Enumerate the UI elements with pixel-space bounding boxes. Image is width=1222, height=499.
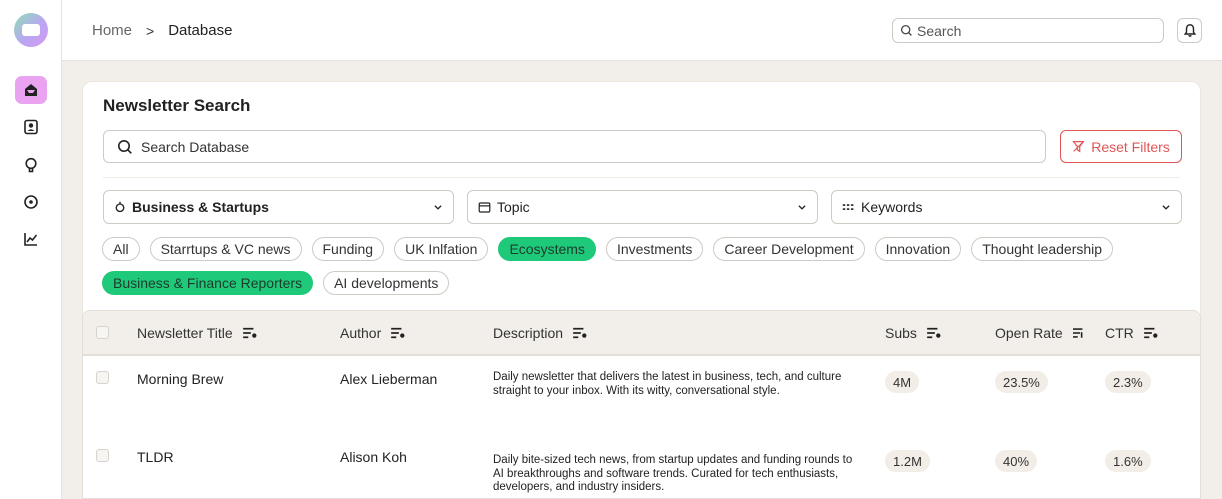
subs-badge: 4M <box>885 371 920 393</box>
chevron-down-icon <box>434 205 442 210</box>
divider <box>103 177 1180 178</box>
column-label: Open Rate <box>995 325 1063 341</box>
keywords-select[interactable]: Keywords <box>831 190 1182 224</box>
explore-icon <box>24 195 38 209</box>
category-select-value: Business & Startups <box>132 199 269 215</box>
top-search-input[interactable] <box>917 22 1147 39</box>
column-ctr[interactable]: CTR <box>1105 325 1158 341</box>
bell-icon <box>1183 24 1196 37</box>
nav-contacts[interactable] <box>15 113 47 141</box>
chip-all[interactable]: All <box>102 237 140 261</box>
chip-startups-vc[interactable]: Starrtups & VC news <box>149 237 302 261</box>
column-label: Newsletter Title <box>137 325 233 341</box>
idea-icon <box>25 157 37 173</box>
sidebar <box>0 0 62 499</box>
bulb-icon <box>115 201 125 213</box>
inbox-icon <box>25 84 37 96</box>
table-header: Newsletter Title Author Description Subs… <box>83 311 1200 356</box>
topic-select-value: Topic <box>497 199 530 215</box>
chip-innovation[interactable]: Innovation <box>874 237 962 261</box>
sort-filter-icon[interactable] <box>242 327 257 339</box>
chevron-down-icon <box>1162 205 1170 210</box>
row-checkbox[interactable] <box>96 449 109 462</box>
chip-row: All Starrtups & VC news Funding UK Inlfa… <box>102 237 1182 261</box>
chip-row: Business & Finance Reporters AI developm… <box>102 271 1182 295</box>
nav-analytics[interactable] <box>15 225 47 253</box>
notifications-button[interactable] <box>1177 18 1202 43</box>
category-select[interactable]: Business & Startups <box>103 190 454 224</box>
panel-title: Newsletter Search <box>103 96 251 115</box>
newsletter-title[interactable]: Morning Brew <box>137 371 223 387</box>
select-all-checkbox[interactable] <box>96 326 109 339</box>
column-author[interactable]: Author <box>340 325 405 341</box>
chip-business-finance-reporters[interactable]: Business & Finance Reporters <box>102 271 314 295</box>
grid-icon <box>842 203 854 210</box>
contacts-icon <box>24 119 38 135</box>
ctr-badge: 2.3% <box>1105 371 1151 393</box>
chip-funding[interactable]: Funding <box>311 237 385 261</box>
column-label: Subs <box>885 325 917 341</box>
sort-filter-icon[interactable] <box>573 327 587 339</box>
analytics-icon <box>24 233 38 246</box>
column-label: Description <box>493 325 564 341</box>
results-table: Newsletter Title Author Description Subs… <box>82 310 1201 499</box>
sort-filter-icon[interactable] <box>927 327 941 339</box>
column-subs[interactable]: Subs <box>885 325 941 341</box>
chevron-down-icon <box>798 205 806 210</box>
ctr-badge: 1.6% <box>1105 450 1151 472</box>
sort-filter-icon[interactable] <box>1143 327 1158 339</box>
breadcrumb-home[interactable]: Home <box>92 22 132 39</box>
description: Daily newsletter that delivers the lates… <box>493 371 842 397</box>
top-search-box[interactable] <box>892 18 1164 43</box>
breadcrumb: Home > Database <box>92 22 232 39</box>
breadcrumb-current: Database <box>168 22 233 39</box>
chip-uk-inflation[interactable]: UK Inlfation <box>394 237 489 261</box>
column-description[interactable]: Description <box>493 325 587 341</box>
chip-investments[interactable]: Investments <box>605 237 704 261</box>
newsletter-title[interactable]: TLDR <box>137 449 174 465</box>
nav-ideas[interactable] <box>15 151 47 179</box>
chip-ecosystems[interactable]: Ecosystems <box>498 237 596 261</box>
sort-icon[interactable] <box>1072 327 1084 339</box>
topic-select[interactable]: Topic <box>467 190 818 224</box>
sort-filter-icon[interactable] <box>391 327 405 339</box>
row-checkbox[interactable] <box>96 371 109 384</box>
column-label: Author <box>340 325 382 341</box>
filter-off-icon <box>1072 141 1085 153</box>
subs-badge: 1.2M <box>885 450 930 472</box>
reset-filters-button[interactable]: Reset Filters <box>1060 130 1182 163</box>
database-search-box[interactable] <box>103 130 1046 163</box>
nav-explore[interactable] <box>15 188 47 216</box>
column-label: CTR <box>1105 325 1134 341</box>
database-search-input[interactable] <box>141 138 1021 155</box>
search-icon <box>118 139 132 154</box>
app-logo[interactable] <box>14 13 48 47</box>
column-newsletter-title[interactable]: Newsletter Title <box>137 325 257 341</box>
breadcrumb-separator: > <box>146 22 155 39</box>
column-open-rate[interactable]: Open Rate <box>995 325 1084 341</box>
chip-thought-leadership[interactable]: Thought leadership <box>971 237 1114 261</box>
description: Daily bite-sized tech news, from startup… <box>493 454 853 493</box>
search-icon <box>900 24 912 36</box>
filter-chips: All Starrtups & VC news Funding UK Inlfa… <box>102 237 1182 305</box>
open-rate-badge: 40% <box>995 450 1038 472</box>
nav-inbox[interactable] <box>15 76 47 104</box>
newsletter-search-panel: Newsletter Search Reset Filters Business… <box>82 81 1201 321</box>
top-bar: Home > Database <box>62 0 1222 61</box>
keywords-select-value: Keywords <box>861 199 923 215</box>
author-name: Alison Koh <box>340 449 407 465</box>
calendar-icon <box>478 201 491 213</box>
author-name: Alex Lieberman <box>340 371 438 387</box>
chip-career-development[interactable]: Career Development <box>713 237 865 261</box>
reset-filters-label: Reset Filters <box>1091 138 1170 155</box>
open-rate-badge: 23.5% <box>995 371 1048 393</box>
chip-ai-developments[interactable]: AI developments <box>323 271 450 295</box>
